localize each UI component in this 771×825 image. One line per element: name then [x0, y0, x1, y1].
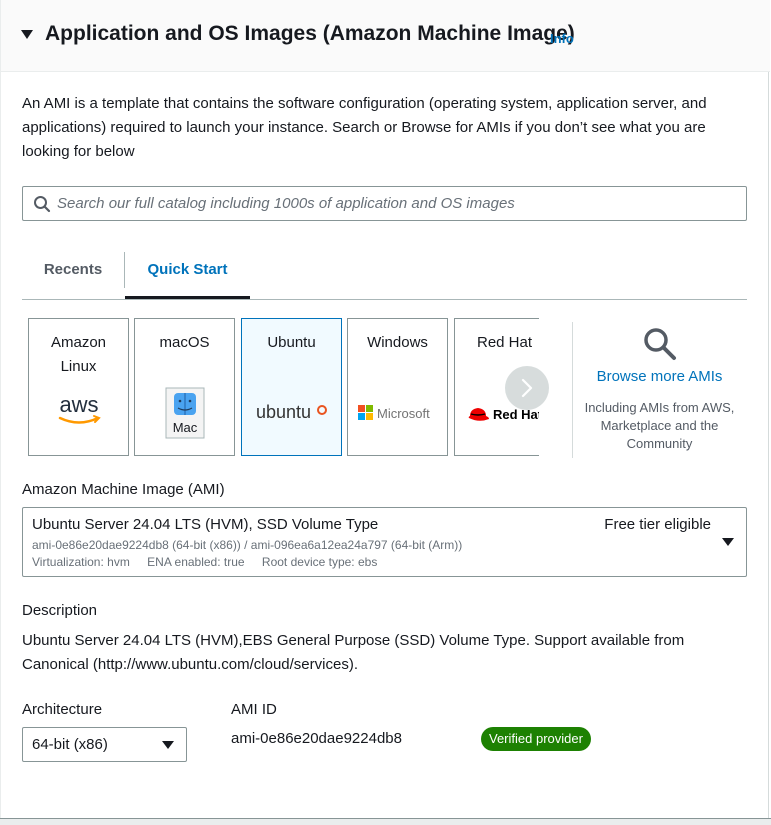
card-label: Amazon Linux: [50, 334, 107, 375]
chevron-right-icon: [521, 378, 533, 398]
ami-card-carousel: Amazon Linux aws macOS Mac Ubuntu ubuntu…: [28, 318, 539, 456]
caret-down-icon[interactable]: [21, 30, 33, 39]
ami-ids: ami-0e86e20dae9224db8 (64-bit (x86)) / a…: [32, 538, 463, 552]
browse-more-amis-link[interactable]: Browse more AMIs: [573, 368, 746, 385]
ami-id-value: ami-0e86e20dae9224db8: [231, 730, 402, 747]
free-tier-label: Free tier eligible: [604, 516, 711, 533]
card-macos[interactable]: macOS Mac: [134, 318, 235, 456]
ami-name: Ubuntu Server 24.04 LTS (HVM), SSD Volum…: [32, 516, 379, 533]
card-label: Red Hat: [476, 334, 533, 351]
ami-select[interactable]: Ubuntu Server 24.04 LTS (HVM), SSD Volum…: [22, 507, 747, 577]
card-windows[interactable]: Windows Microsoft: [347, 318, 448, 456]
search-icon: [644, 328, 676, 360]
ami-panel: Application and OS Images (Amazon Machin…: [0, 0, 770, 818]
ami-field-label: Amazon Machine Image (AMI): [22, 481, 225, 498]
ami-meta: Virtualization: hvm ENA enabled: true Ro…: [32, 555, 391, 569]
browse-divider: [572, 322, 573, 458]
tab-list: Recents Quick Start: [22, 240, 747, 300]
search-box[interactable]: [22, 186, 747, 221]
section-header[interactable]: Application and OS Images (Amazon Machin…: [1, 0, 770, 72]
caret-down-icon: [162, 741, 174, 749]
card-amazon-linux[interactable]: Amazon Linux aws: [28, 318, 129, 456]
svg-text:aws: aws: [59, 392, 98, 417]
svg-text:Mac: Mac: [172, 420, 197, 435]
card-label: macOS: [159, 334, 210, 351]
card-ubuntu[interactable]: Ubuntu ubuntu: [241, 318, 342, 456]
card-label: Windows: [367, 334, 428, 351]
architecture-select[interactable]: 64-bit (x86): [22, 727, 187, 762]
card-label: Ubuntu: [267, 334, 316, 351]
bottom-border: [0, 818, 771, 825]
microsoft-logo-icon: Microsoft: [348, 403, 447, 428]
carousel-next-button[interactable]: [505, 366, 549, 410]
browse-subtext: Including AMIs from AWS, Marketplace and…: [584, 400, 735, 451]
ena-text: ENA enabled: true: [147, 555, 245, 569]
verified-provider-badge: Verified provider: [481, 727, 591, 751]
tab-quick-start[interactable]: Quick Start: [125, 252, 250, 299]
intro-text: An AMI is a template that contains the s…: [22, 95, 707, 160]
description-label: Description: [22, 602, 98, 619]
architecture-value: 64-bit (x86): [32, 736, 108, 753]
caret-down-icon: [722, 538, 734, 546]
mac-finder-icon: Mac: [135, 387, 234, 444]
search-icon: [34, 196, 51, 213]
info-link[interactable]: Info: [550, 31, 574, 46]
aws-logo-icon: aws: [29, 391, 128, 432]
section-title: Application and OS Images (Amazon Machin…: [45, 22, 575, 45]
ami-id-label: AMI ID: [231, 701, 277, 718]
svg-text:Microsoft: Microsoft: [377, 406, 430, 421]
virtualization-text: Virtualization: hvm: [32, 555, 130, 569]
search-input[interactable]: [57, 187, 737, 220]
architecture-label: Architecture: [22, 701, 103, 718]
svg-text:ubuntu: ubuntu: [256, 402, 311, 422]
description-text: Ubuntu Server 24.04 LTS (HVM),EBS Genera…: [22, 632, 685, 673]
root-device-text: Root device type: ebs: [261, 555, 378, 569]
ubuntu-logo-icon: ubuntu: [242, 401, 341, 428]
tab-recents[interactable]: Recents: [22, 252, 124, 299]
